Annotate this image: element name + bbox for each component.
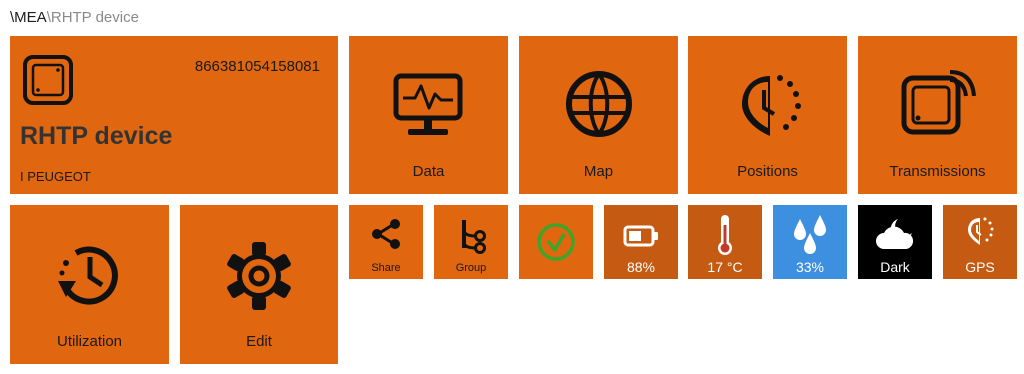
share-tile[interactable]: Share: [349, 205, 423, 279]
battery-value: 88%: [626, 259, 656, 275]
transmissions-label: Transmissions: [889, 163, 986, 180]
droplets-icon: [794, 215, 826, 254]
data-tile[interactable]: Data: [349, 36, 508, 194]
transmissions-tile[interactable]: Transmissions: [858, 36, 1017, 194]
map-tile[interactable]: Map: [519, 36, 678, 194]
temperature-value: 17 °C: [707, 259, 743, 275]
breadcrumb-current: RHTP device: [50, 9, 139, 26]
humidity-tile: 33%: [773, 205, 847, 279]
battery-icon: [623, 225, 658, 247]
signal-device-icon: [901, 70, 976, 135]
device-name: RHTP device: [20, 122, 173, 150]
gear-icon: [227, 242, 291, 310]
humidity-value: 33%: [795, 259, 825, 275]
location-clock-icon: [742, 75, 801, 136]
cloud-moon-icon: [876, 219, 914, 249]
share-icon: [372, 219, 400, 249]
gps-clock-icon: [968, 217, 994, 245]
share-label: Share: [371, 262, 401, 274]
monitor-chart-icon: [393, 73, 463, 135]
utilization-tile[interactable]: Utilization: [10, 205, 169, 364]
history-clock-icon: [58, 246, 118, 305]
edit-label: Edit: [246, 333, 272, 350]
breadcrumb-root[interactable]: \MEA: [10, 9, 47, 26]
light-tile: Dark: [858, 205, 932, 279]
group-label: Group: [455, 262, 487, 274]
checkmark-circle-icon: [537, 223, 575, 261]
utilization-label: Utilization: [56, 333, 123, 350]
device-imei: 866381054158081: [194, 58, 320, 75]
positions-tile[interactable]: Positions: [688, 36, 847, 194]
device-icon: [23, 55, 73, 105]
device-owner: I PEUGEOT: [20, 169, 91, 184]
data-label: Data: [412, 163, 445, 180]
group-tile[interactable]: Group: [434, 205, 508, 279]
positions-label: Positions: [737, 163, 798, 180]
gps-tile: GPS: [943, 205, 1017, 279]
group-branch-icon: [462, 220, 486, 254]
thermometer-icon: [718, 215, 732, 255]
temperature-tile: 17 °C: [688, 205, 762, 279]
status-ok-tile: [519, 205, 593, 279]
battery-tile: 88%: [604, 205, 678, 279]
globe-icon: [566, 71, 632, 137]
light-value: Dark: [880, 259, 910, 275]
edit-tile[interactable]: Edit: [180, 205, 338, 364]
device-info-tile: 866381054158081 RHTP device I PEUGEOT: [10, 36, 338, 194]
breadcrumb: \MEA\RHTP device: [10, 9, 139, 26]
map-label: Map: [583, 163, 614, 180]
gps-value: GPS: [965, 259, 995, 275]
